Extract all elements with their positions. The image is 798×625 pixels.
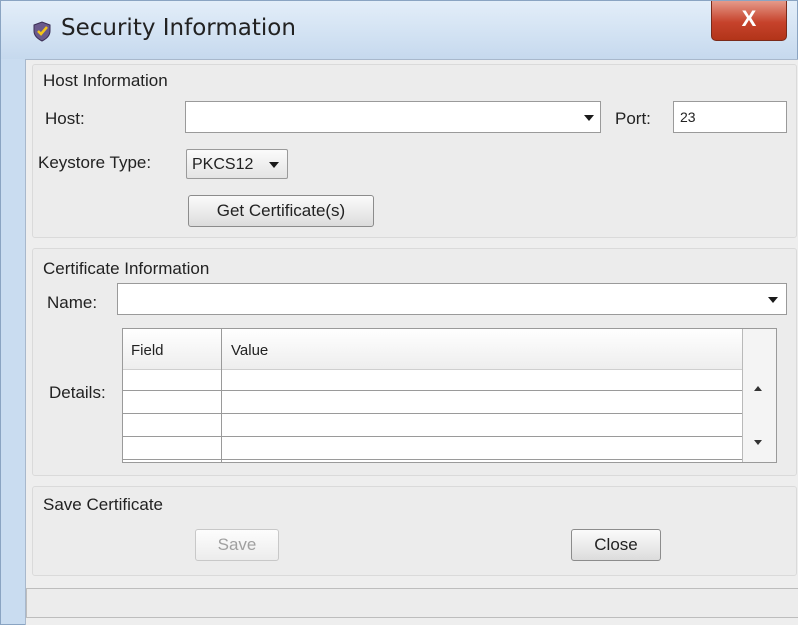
get-certificates-button[interactable]: Get Certificate(s): [188, 195, 374, 227]
security-shield-icon: [33, 21, 51, 42]
column-header-value[interactable]: Value: [231, 342, 268, 359]
table-row[interactable]: [123, 459, 742, 460]
vertical-scrollbar[interactable]: [742, 329, 776, 462]
column-divider: [221, 329, 222, 462]
save-button[interactable]: Save: [195, 529, 279, 561]
host-label: Host:: [45, 109, 85, 128]
dialog-content: Host Information Host: Port: 23 Keystore…: [25, 59, 798, 625]
table-row[interactable]: [123, 436, 742, 437]
table-row[interactable]: [123, 390, 742, 391]
keystore-type-select[interactable]: PKCS12: [186, 149, 288, 179]
keystore-type-label: Keystore Type:: [38, 153, 152, 172]
scroll-down-icon[interactable]: [754, 440, 762, 445]
title-bar[interactable]: Security Information X: [1, 1, 797, 59]
security-information-dialog: Security Information X Host Information …: [0, 0, 798, 625]
chevron-down-icon[interactable]: [768, 297, 778, 303]
certificate-information-title: Certificate Information: [43, 259, 210, 278]
details-label: Details:: [49, 383, 106, 402]
host-information-panel: Host Information Host: Port: 23 Keystore…: [32, 64, 797, 238]
chevron-down-icon[interactable]: [269, 162, 279, 168]
table-header: Field Value: [123, 329, 742, 370]
details-table[interactable]: Field Value: [122, 328, 777, 463]
window-close-button[interactable]: X: [711, 1, 787, 41]
status-bar: [26, 588, 798, 618]
chevron-down-icon[interactable]: [584, 115, 594, 121]
close-button[interactable]: Close: [571, 529, 661, 561]
port-label: Port:: [615, 109, 651, 128]
column-header-field[interactable]: Field: [131, 342, 164, 359]
keystore-type-value: PKCS12: [192, 156, 254, 173]
save-certificate-panel: Save Certificate Save Close: [32, 486, 797, 576]
save-certificate-title: Save Certificate: [43, 495, 163, 514]
host-combobox[interactable]: [185, 101, 601, 133]
window-title: Security Information: [61, 15, 296, 41]
host-information-title: Host Information: [43, 71, 168, 90]
name-combobox[interactable]: [117, 283, 787, 315]
table-row[interactable]: [123, 413, 742, 414]
scroll-up-icon[interactable]: [754, 386, 762, 391]
port-input[interactable]: 23: [673, 101, 787, 133]
name-label: Name:: [47, 293, 98, 312]
port-value: 23: [680, 109, 696, 125]
